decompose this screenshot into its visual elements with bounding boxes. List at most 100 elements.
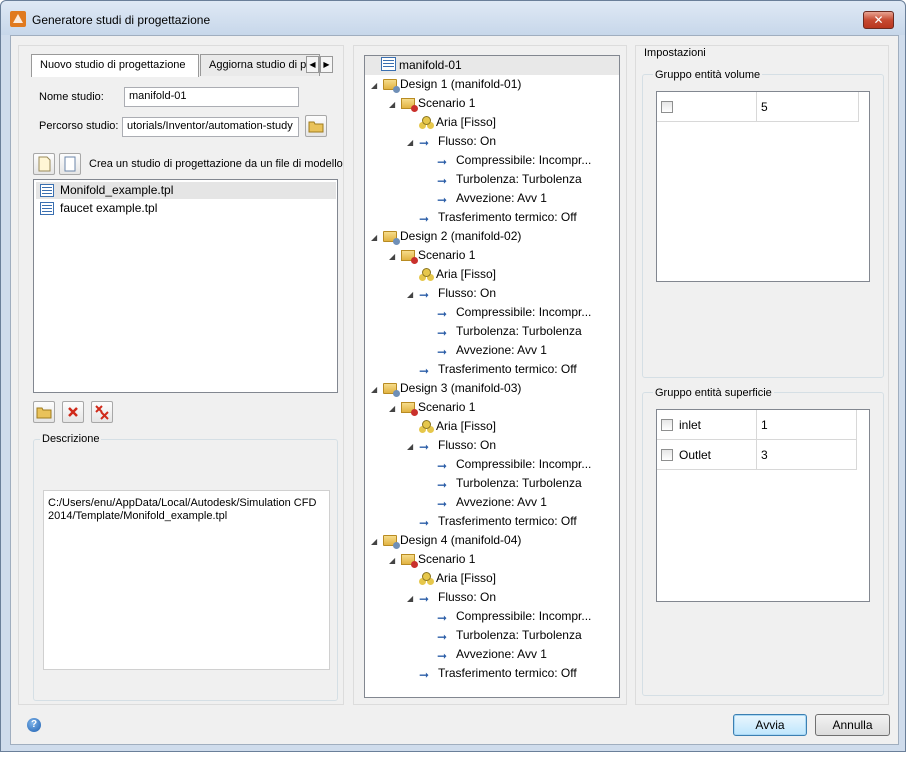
tree-node[interactable]: ◢ Scenario 1 [389, 398, 475, 417]
new-blank-button[interactable] [59, 153, 81, 175]
window-title: Generatore studi di progettazione [32, 13, 211, 27]
tree-node[interactable]: ➞ Turbolenza: Turbolenza [425, 170, 582, 189]
setting-arrow-icon: ➞ [437, 497, 448, 511]
remove-template-button[interactable] [62, 401, 84, 423]
table-row[interactable]: 5 [657, 92, 859, 122]
tree-node[interactable]: ◢ ➞ Flusso: On [407, 284, 496, 303]
tree-node[interactable]: Aria [Fisso] [407, 569, 496, 588]
title-bar[interactable]: Generatore studi di progettazione ✕ [1, 1, 905, 35]
table-row[interactable]: inlet 1 [657, 410, 857, 440]
checkbox[interactable] [661, 101, 673, 113]
entity-name-cell[interactable]: Outlet [657, 440, 757, 470]
collapse-arrow-icon[interactable]: ◢ [407, 133, 419, 152]
tree-node-label: Flusso: On [438, 134, 497, 148]
material-icon [419, 572, 433, 584]
tab-update-study[interactable]: Aggiorna studio di p [200, 54, 320, 76]
list-item[interactable]: faucet example.tpl [36, 200, 157, 217]
folder-open-icon [308, 121, 324, 133]
start-button[interactable]: Avvia [733, 714, 807, 736]
collapse-arrow-icon[interactable]: ◢ [371, 380, 383, 399]
heat-arrow-icon: ➞ [419, 212, 430, 226]
tree-node[interactable]: ➞ Avvezione: Avv 1 [425, 645, 547, 664]
entity-name-cell[interactable]: inlet [657, 410, 757, 440]
study-name-input[interactable]: manifold-01 [124, 87, 299, 107]
entity-value-cell[interactable]: 1 [757, 410, 857, 440]
tree-node[interactable]: Aria [Fisso] [407, 265, 496, 284]
tree-node[interactable]: ➞ Compressibile: Incompr... [425, 455, 591, 474]
list-item[interactable]: Monifold_example.tpl [36, 182, 336, 199]
tree-node[interactable]: ➞ Compressibile: Incompr... [425, 151, 591, 170]
tab-scroll-right-icon[interactable]: ▶ [320, 56, 333, 73]
heat-arrow-icon: ➞ [419, 668, 430, 682]
volume-group-title: Gruppo entità volume [653, 69, 763, 81]
tree-node[interactable]: ➞ Avvezione: Avv 1 [425, 493, 547, 512]
list-item-label: Monifold_example.tpl [60, 183, 174, 197]
entity-name-cell[interactable] [657, 92, 757, 122]
browse-folder-button[interactable] [305, 115, 327, 137]
entity-value-cell[interactable]: 3 [757, 440, 857, 470]
tree-node[interactable]: ◢ Design 4 (manifold-04) [371, 531, 521, 550]
tree-node[interactable]: ➞ Trasferimento termico: Off [407, 208, 577, 227]
collapse-arrow-icon[interactable]: ◢ [389, 247, 401, 266]
collapse-arrow-icon[interactable]: ◢ [407, 589, 419, 608]
tree-node-label: Aria [Fisso] [436, 419, 497, 433]
design-tree[interactable]: manifold-01 ◢ Design 1 (manifold-01) ◢ Scena… [364, 55, 620, 698]
surface-grid[interactable]: inlet 1 Outlet 3 [656, 409, 870, 602]
setting-arrow-icon: ➞ [437, 307, 448, 321]
tree-node[interactable]: ◢ ➞ Flusso: On [407, 132, 496, 151]
cancel-button[interactable]: Annulla [815, 714, 890, 736]
scenario-icon [401, 250, 418, 264]
checkbox[interactable] [661, 419, 673, 431]
remove-all-button[interactable] [91, 401, 113, 423]
study-path-input[interactable]: utorials/Inventor/automation-study [122, 117, 299, 137]
setting-arrow-icon: ➞ [437, 174, 448, 188]
tree-node-label: Trasferimento termico: Off [438, 666, 577, 680]
template-file-icon [40, 184, 54, 197]
tree-node[interactable]: ➞ Compressibile: Incompr... [425, 607, 591, 626]
collapse-arrow-icon[interactable]: ◢ [389, 551, 401, 570]
study-icon [381, 57, 396, 71]
tree-node[interactable]: ◢ Scenario 1 [389, 550, 475, 569]
tree-node[interactable]: manifold-01 [365, 56, 619, 75]
close-button[interactable]: ✕ [863, 11, 894, 29]
table-row[interactable]: Outlet 3 [657, 440, 857, 470]
tree-node-label: Turbolenza: Turbolenza [456, 172, 582, 186]
new-from-file-button[interactable] [33, 153, 55, 175]
tree-node[interactable]: ➞ Avvezione: Avv 1 [425, 341, 547, 360]
tree-node[interactable]: ◢ Design 2 (manifold-02) [371, 227, 521, 246]
tree-node[interactable]: ➞ Trasferimento termico: Off [407, 512, 577, 531]
checkbox[interactable] [661, 449, 673, 461]
tree-node[interactable]: ◢ Design 1 (manifold-01) [371, 75, 521, 94]
description-text: C:/Users/enu/AppData/Local/Autodesk/Simu… [43, 490, 330, 670]
tree-node[interactable]: ◢ ➞ Flusso: On [407, 588, 496, 607]
tree-node[interactable]: ➞ Turbolenza: Turbolenza [425, 474, 582, 493]
tree-node[interactable]: Aria [Fisso] [407, 113, 496, 132]
help-icon[interactable]: ? [27, 718, 41, 732]
collapse-arrow-icon[interactable]: ◢ [389, 399, 401, 418]
settings-title: Impostazioni [642, 47, 708, 59]
tree-node[interactable]: ➞ Turbolenza: Turbolenza [425, 322, 582, 341]
collapse-arrow-icon[interactable]: ◢ [407, 437, 419, 456]
collapse-arrow-icon[interactable]: ◢ [371, 228, 383, 247]
entity-value-cell[interactable]: 5 [757, 92, 859, 122]
volume-grid[interactable]: 5 [656, 91, 870, 282]
collapse-arrow-icon[interactable]: ◢ [407, 285, 419, 304]
tab-scroll-left-icon[interactable]: ◀ [306, 56, 319, 73]
tab-new-study[interactable]: Nuovo studio di progettazione [31, 54, 199, 77]
open-template-button[interactable] [33, 401, 55, 423]
tree-node[interactable]: ➞ Avvezione: Avv 1 [425, 189, 547, 208]
flow-arrow-icon: ➞ [419, 288, 430, 302]
tree-node[interactable]: ➞ Trasferimento termico: Off [407, 360, 577, 379]
tree-node[interactable]: ◢ Scenario 1 [389, 246, 475, 265]
tree-node[interactable]: ➞ Trasferimento termico: Off [407, 664, 577, 683]
tree-node[interactable]: Aria [Fisso] [407, 417, 496, 436]
tree-node[interactable]: ◢ ➞ Flusso: On [407, 436, 496, 455]
collapse-arrow-icon[interactable]: ◢ [389, 95, 401, 114]
tree-node[interactable]: ◢ Scenario 1 [389, 94, 475, 113]
tree-node[interactable]: ◢ Design 3 (manifold-03) [371, 379, 521, 398]
collapse-arrow-icon[interactable]: ◢ [371, 532, 383, 551]
collapse-arrow-icon[interactable]: ◢ [371, 76, 383, 95]
tree-node[interactable]: ➞ Turbolenza: Turbolenza [425, 626, 582, 645]
template-list[interactable]: Monifold_example.tpl faucet example.tpl [33, 179, 338, 393]
tree-node[interactable]: ➞ Compressibile: Incompr... [425, 303, 591, 322]
